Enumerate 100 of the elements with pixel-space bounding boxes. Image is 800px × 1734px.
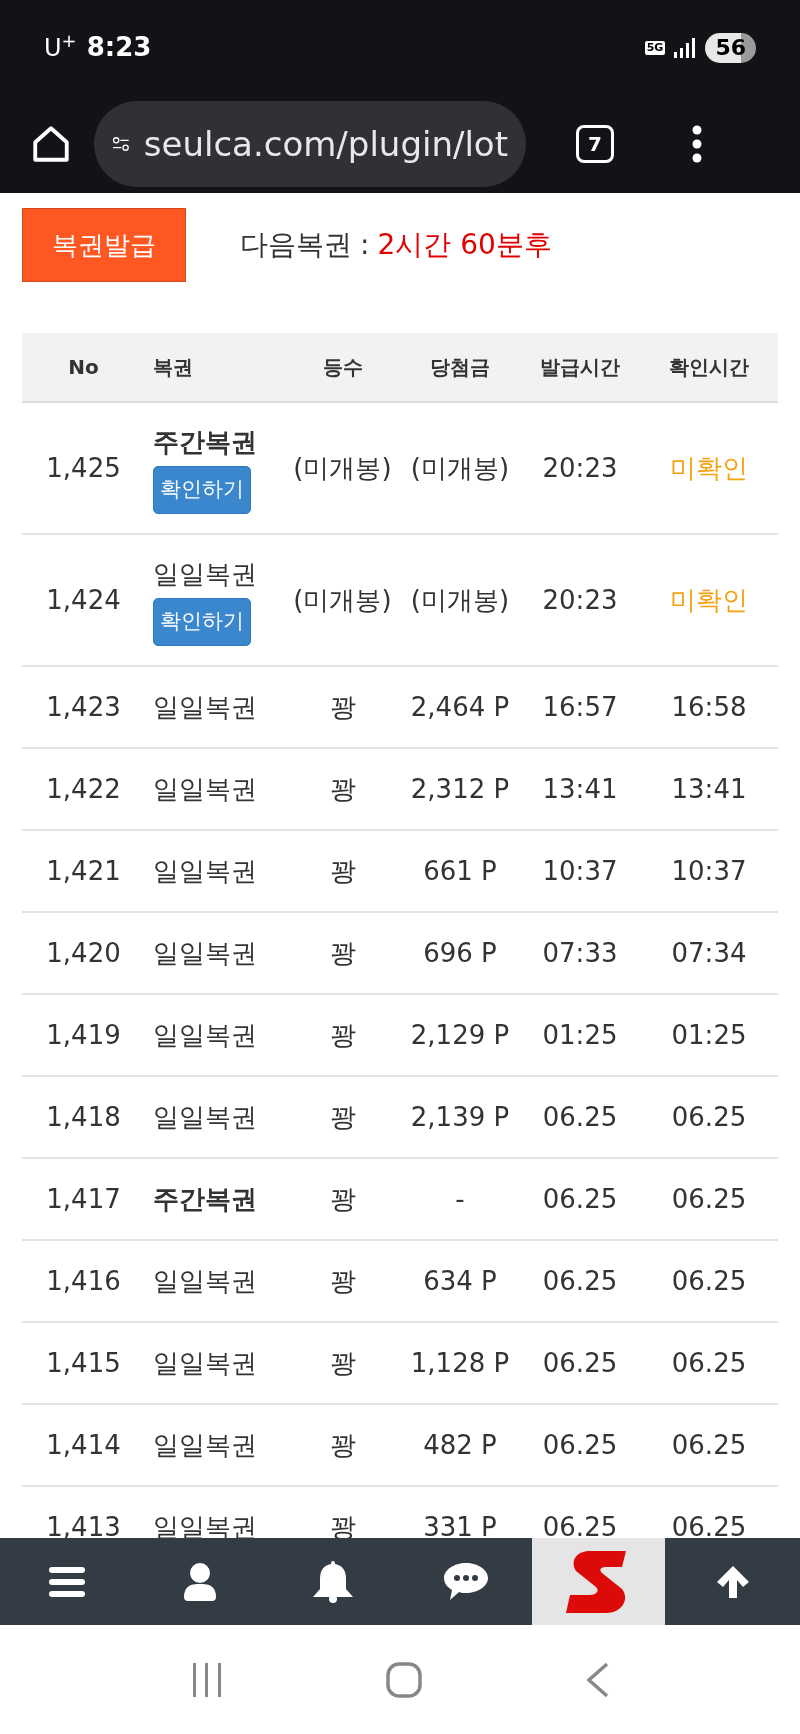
ticket-number: 1,420 bbox=[46, 937, 121, 968]
prize-amount: - bbox=[455, 1183, 465, 1214]
rank-text: 꽝 bbox=[329, 937, 356, 968]
issued-time: 06.25 bbox=[542, 1265, 618, 1296]
ticket-type: 일일복권 bbox=[153, 772, 257, 806]
ticket-number: 1,417 bbox=[46, 1183, 121, 1214]
checked-time: 미확인 bbox=[670, 452, 748, 483]
next-ticket-time: 2시간 60분후 bbox=[377, 227, 552, 263]
ticket-number: 1,413 bbox=[46, 1511, 121, 1542]
checked-time: 07:34 bbox=[671, 937, 747, 968]
bell-icon[interactable] bbox=[312, 1560, 353, 1603]
clock: 8:23 bbox=[86, 31, 152, 64]
back-icon[interactable] bbox=[584, 1661, 609, 1698]
prize-amount: 482 P bbox=[423, 1429, 497, 1460]
prize-amount: 1,128 P bbox=[410, 1347, 510, 1378]
issued-time: 16:57 bbox=[542, 691, 618, 722]
prize-amount: 696 P bbox=[423, 937, 497, 968]
carrier-label: U$^{+}$ bbox=[44, 29, 77, 64]
prize-amount: 661 P bbox=[423, 855, 497, 886]
checked-time: 06.25 bbox=[671, 1101, 747, 1132]
ticket-number: 1,414 bbox=[46, 1429, 121, 1460]
user-icon[interactable] bbox=[183, 1562, 216, 1601]
ticket-type: 일일복권 bbox=[153, 557, 257, 591]
prize-amount: 2,129 P bbox=[410, 1019, 510, 1050]
column-header: 복권 bbox=[153, 355, 193, 379]
rank-text: 꽝 bbox=[329, 1265, 356, 1296]
checked-time: 06.25 bbox=[671, 1265, 747, 1296]
issued-time: 06.25 bbox=[542, 1511, 618, 1542]
rank-text: (미개봉) bbox=[293, 452, 392, 483]
ticket-type: 일일복권 bbox=[153, 854, 257, 888]
checked-time: 06.25 bbox=[671, 1429, 747, 1460]
ticket-number: 1,423 bbox=[46, 691, 121, 722]
checked-time: 06.25 bbox=[671, 1183, 747, 1214]
ticket-number: 1,425 bbox=[46, 452, 121, 483]
recent-apps-icon[interactable] bbox=[191, 1662, 224, 1697]
issued-time: 06.25 bbox=[542, 1347, 618, 1378]
rank-text: 꽝 bbox=[329, 1183, 356, 1214]
check-button[interactable]: 확인하기 bbox=[153, 597, 251, 646]
signal-icon bbox=[673, 37, 696, 58]
checked-time: 06.25 bbox=[671, 1347, 747, 1378]
issued-time: 06.25 bbox=[542, 1101, 618, 1132]
tab-count[interactable]: 7 bbox=[576, 125, 614, 163]
network-label: 5G bbox=[644, 40, 666, 55]
ticket-type: 주간복권 bbox=[153, 425, 257, 459]
issued-time: 06.25 bbox=[542, 1429, 618, 1460]
ticket-number: 1,419 bbox=[46, 1019, 121, 1050]
url-text: seulca.com/plugin/lot bbox=[143, 122, 508, 166]
prize-amount: 634 P bbox=[423, 1265, 497, 1296]
home-icon[interactable] bbox=[30, 123, 72, 165]
checked-time: 13:41 bbox=[671, 773, 747, 804]
checked-time: 10:37 bbox=[671, 855, 747, 886]
column-header: 당첨금 bbox=[430, 355, 490, 379]
ticket-number: 1,416 bbox=[46, 1265, 121, 1296]
address-bar[interactable]: seulca.com/plugin/lot bbox=[94, 101, 526, 187]
rank-text: 꽝 bbox=[329, 855, 356, 886]
battery-indicator: 56 bbox=[705, 32, 756, 63]
prize-amount: 2,312 P bbox=[410, 773, 510, 804]
prize-amount: 2,464 P bbox=[410, 691, 510, 722]
rank-text: 꽝 bbox=[329, 1429, 356, 1460]
ticket-type: 일일복권 bbox=[153, 690, 257, 724]
rank-text: (미개봉) bbox=[293, 584, 392, 615]
prize-amount: (미개봉) bbox=[410, 452, 510, 483]
column-header: 발급시간 bbox=[540, 355, 620, 379]
next-ticket-label: 다음복권 bbox=[240, 227, 352, 263]
ticket-type: 일일복권 bbox=[153, 1428, 257, 1462]
issued-time: 13:41 bbox=[542, 773, 618, 804]
more-icon[interactable] bbox=[692, 125, 702, 163]
ticket-number: 1,421 bbox=[46, 855, 121, 886]
rank-text: 꽝 bbox=[329, 1101, 356, 1132]
column-header: No bbox=[68, 355, 99, 379]
ticket-type: 일일복권 bbox=[153, 1264, 257, 1298]
menu-icon[interactable] bbox=[48, 1566, 85, 1597]
separator: : bbox=[360, 227, 370, 263]
home-button-icon[interactable] bbox=[386, 1661, 422, 1698]
ticket-type: 일일복권 bbox=[153, 936, 257, 970]
column-header: 확인시간 bbox=[669, 355, 749, 379]
checked-time: 미확인 bbox=[670, 584, 748, 615]
column-header: 등수 bbox=[322, 355, 363, 379]
rank-text: 꽝 bbox=[329, 1347, 356, 1378]
rank-text: 꽝 bbox=[329, 773, 356, 804]
rank-text: 꽝 bbox=[329, 1019, 356, 1050]
ticket-number: 1,422 bbox=[46, 773, 121, 804]
ticket-type: 일일복권 bbox=[153, 1346, 257, 1380]
prize-amount: 331 P bbox=[423, 1511, 497, 1542]
issued-time: 20:23 bbox=[542, 584, 618, 615]
ticket-type: 주간복권 bbox=[153, 1182, 257, 1216]
issue-ticket-button[interactable]: 복권발급 bbox=[22, 208, 186, 282]
chat-icon[interactable] bbox=[443, 1562, 488, 1601]
checked-time: 16:58 bbox=[671, 691, 747, 722]
issued-time: 07:33 bbox=[542, 937, 618, 968]
logo-tile[interactable] bbox=[532, 1538, 665, 1625]
issued-time: 20:23 bbox=[542, 452, 618, 483]
ticket-number: 1,418 bbox=[46, 1101, 121, 1132]
ticket-type: 일일복권 bbox=[153, 1018, 257, 1052]
check-button[interactable]: 확인하기 bbox=[153, 465, 251, 514]
rank-text: 꽝 bbox=[329, 691, 356, 722]
issued-time: 06.25 bbox=[542, 1183, 618, 1214]
checked-time: 06.25 bbox=[671, 1511, 747, 1542]
prize-amount: (미개봉) bbox=[410, 584, 510, 615]
ticket-type: 일일복권 bbox=[153, 1100, 257, 1134]
